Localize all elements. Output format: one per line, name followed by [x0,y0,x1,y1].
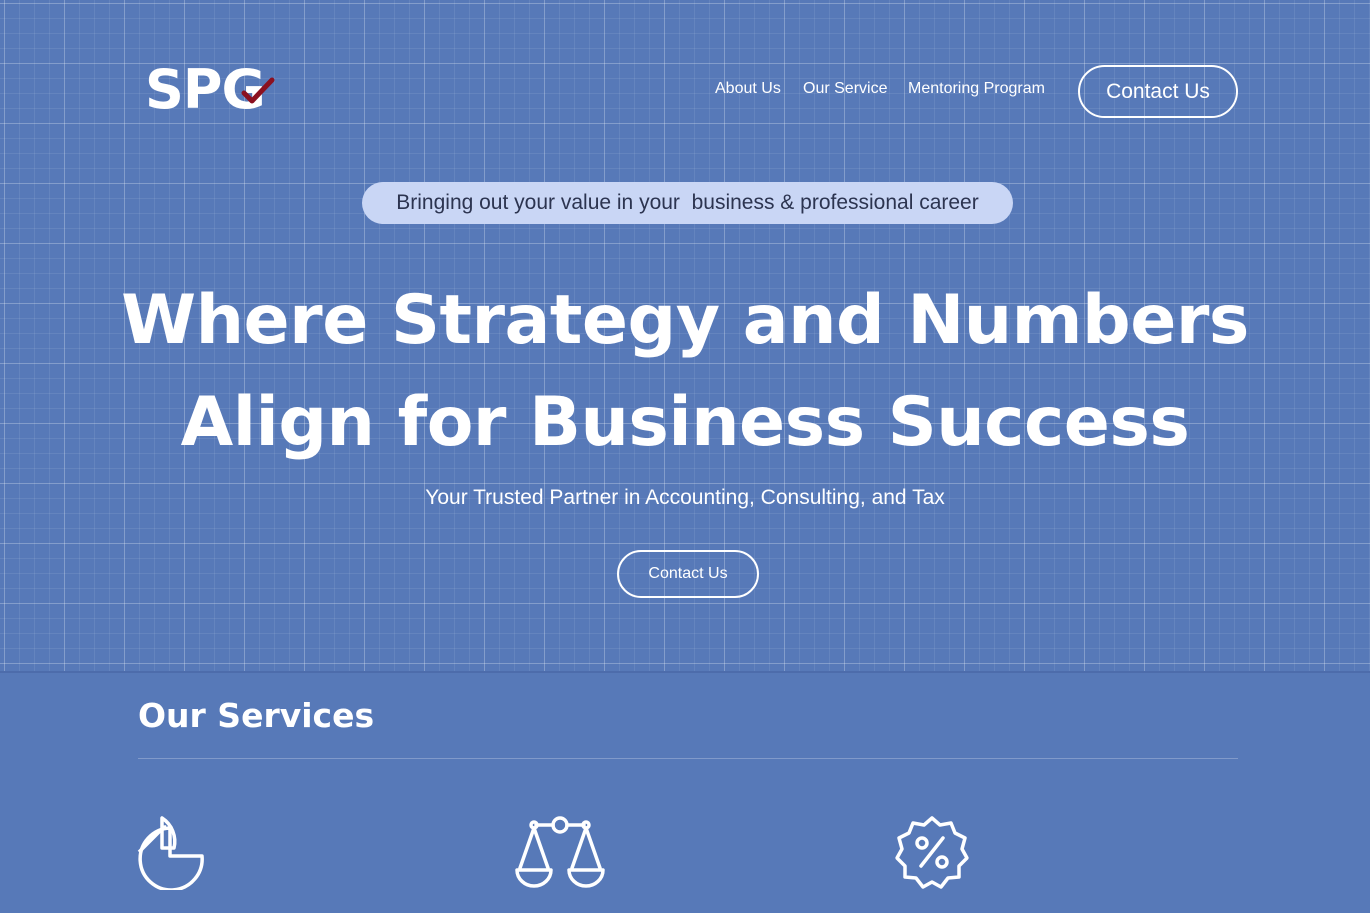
percent-badge-icon [895,816,969,889]
checkmark-icon [241,77,275,104]
spg-logo[interactable]: SPG [145,58,285,122]
contact-us-button[interactable]: Contact Us [1078,65,1238,118]
hero-headline: Where Strategy and Numbers Align for Bus… [0,270,1370,474]
tagline-pill: Bringing out your value in your business… [362,182,1013,224]
headline-line-2: Align for Business Success [180,383,1190,462]
nav-about-us[interactable]: About Us [715,80,781,98]
hero-subheadline: Your Trusted Partner in Accounting, Cons… [425,486,945,509]
hero-section: SPG About Us Our Service Mentoring Progr… [0,0,1370,673]
nav-mentoring-program[interactable]: Mentoring Program [908,80,1045,98]
hero-contact-button[interactable]: Contact Us [617,550,759,598]
headline-line-1: Where Strategy and Numbers [121,281,1249,360]
services-title: Our Services [138,696,375,735]
pie-chart-icon [137,816,204,890]
services-divider [138,758,1238,759]
nav-our-service[interactable]: Our Service [803,80,887,98]
balance-scale-icon [515,816,605,888]
